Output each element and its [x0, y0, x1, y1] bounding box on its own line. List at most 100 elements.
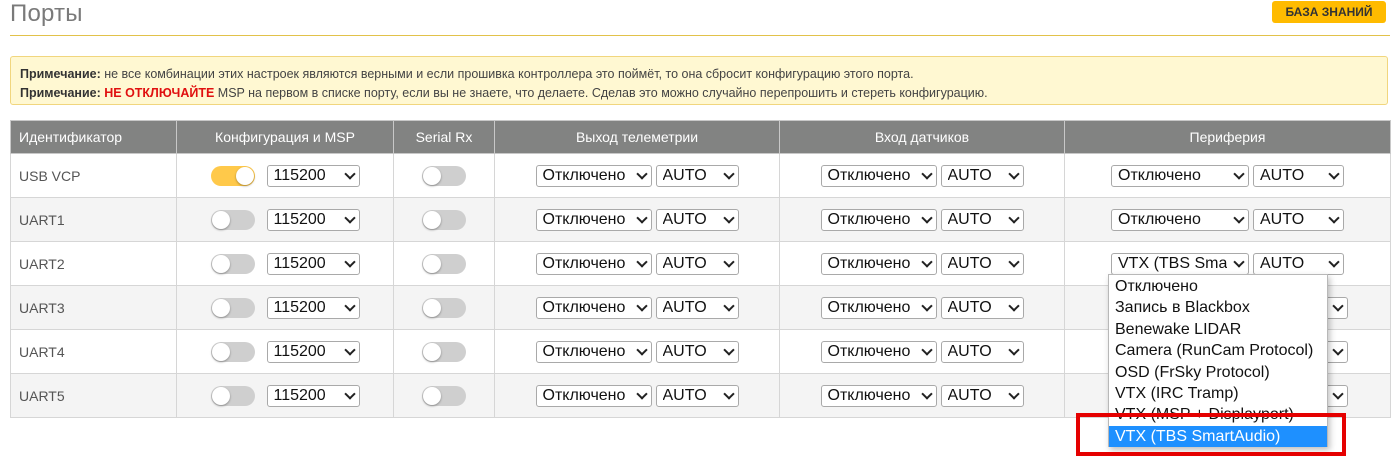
chevron-down-icon	[1007, 299, 1020, 312]
toggle-knob	[423, 342, 441, 361]
msp-baudrate-select[interactable]: 115200	[266, 340, 360, 363]
serial-rx-toggle[interactable]	[422, 253, 466, 274]
msp-toggle[interactable]	[210, 253, 255, 274]
msp-baudrate-select[interactable]: 115200	[266, 252, 360, 275]
chevron-down-icon	[920, 387, 933, 400]
chevron-down-icon	[920, 343, 933, 356]
serial-rx-toggle[interactable]	[422, 385, 466, 406]
dropdown-option[interactable]: VTX (TBS SmartAudio)	[1109, 425, 1327, 448]
sensor-select[interactable]: Отключено	[820, 340, 937, 363]
sensor-rate-select[interactable]: AUTO	[940, 340, 1024, 363]
dropdown-option[interactable]: Запись в Blackbox	[1109, 297, 1327, 318]
telemetry-rate-select[interactable]: AUTO	[655, 340, 739, 363]
serial-rx-toggle[interactable]	[422, 297, 466, 318]
msp-toggle[interactable]	[210, 297, 255, 318]
toggle-knob	[211, 342, 230, 361]
telemetry-select[interactable]: Отключено	[535, 384, 652, 407]
telemetry-rate-select[interactable]: AUTO	[655, 252, 739, 275]
msp-baudrate-select[interactable]: 115200	[266, 208, 360, 231]
chevron-down-icon	[343, 255, 356, 268]
peripheral-rate-select[interactable]: AUTO	[1253, 164, 1344, 187]
toggle-knob	[211, 210, 230, 229]
sensor-rate-select[interactable]: AUTO	[940, 252, 1024, 275]
chevron-down-icon	[920, 255, 933, 268]
sensor-select[interactable]: Отключено	[820, 252, 937, 275]
dropdown-option[interactable]: Benewake LIDAR	[1109, 319, 1327, 340]
peripheral-select[interactable]: VTX (TBS Sma	[1111, 252, 1249, 275]
telemetry-select-value: Отключено	[542, 210, 626, 228]
toggle-knob	[211, 298, 230, 317]
peripheral-dropdown-list[interactable]: Отключено Запись в Blackbox Benewake LIDAR…	[1108, 274, 1328, 448]
msp-toggle[interactable]	[210, 341, 255, 362]
msp-baudrate-select[interactable]: 115200	[266, 164, 360, 187]
serial-rx-toggle[interactable]	[422, 209, 466, 230]
knowledge-base-button[interactable]: БАЗА ЗНАНИЙ	[1272, 1, 1386, 23]
sensor-rate-select[interactable]: AUTO	[940, 384, 1024, 407]
chevron-down-icon	[1328, 167, 1340, 180]
page-title: Порты	[10, 0, 83, 27]
telemetry-rate-select[interactable]: AUTO	[655, 296, 739, 319]
table-header-row: Идентификатор Конфигурация и MSP Serial …	[10, 120, 1391, 154]
sensor-select[interactable]: Отключено	[820, 296, 937, 319]
telemetry-select[interactable]: Отключено	[535, 340, 652, 363]
msp-baudrate-select[interactable]: 115200	[266, 384, 360, 407]
dropdown-option[interactable]: Отключено	[1109, 276, 1327, 297]
telemetry-rate-select[interactable]: AUTO	[655, 208, 739, 231]
dropdown-option[interactable]: VTX (MSP + Displayport)	[1109, 404, 1327, 425]
sensor-select-value: Отключено	[827, 166, 911, 184]
chevron-down-icon	[635, 299, 648, 312]
peripheral-select[interactable]: Отключено	[1111, 208, 1249, 231]
telemetry-select[interactable]: Отключено	[535, 164, 652, 187]
chevron-down-icon	[1233, 255, 1245, 268]
dropdown-option[interactable]: Camera (RunCam Protocol)	[1109, 340, 1327, 361]
msp-toggle[interactable]	[210, 385, 255, 406]
sensor-select[interactable]: Отключено	[820, 384, 937, 407]
port-identifier: USB VCP	[10, 153, 177, 198]
sensor-rate-select[interactable]: AUTO	[940, 296, 1024, 319]
telemetry-rate-select[interactable]: AUTO	[655, 164, 739, 187]
sensor-rate-select[interactable]: AUTO	[940, 164, 1024, 187]
chevron-down-icon	[722, 343, 735, 356]
chevron-down-icon	[635, 343, 648, 356]
telemetry-select-value: Отключено	[542, 386, 626, 404]
title-divider	[10, 35, 1390, 36]
chevron-down-icon	[1233, 167, 1245, 180]
chevron-down-icon	[1328, 211, 1340, 224]
sensor-rate-select[interactable]: AUTO	[940, 208, 1024, 231]
telemetry-select[interactable]: Отключено	[535, 208, 652, 231]
chevron-down-icon	[635, 211, 648, 224]
msp-toggle[interactable]	[210, 209, 255, 230]
toggle-knob	[235, 166, 254, 185]
telemetry-rate-select[interactable]: AUTO	[655, 384, 739, 407]
sensor-rate-select-value: AUTO	[947, 298, 992, 316]
table-row: USB VCP 115200 Отключено AUTO Отключено AUTO О…	[10, 153, 1391, 198]
dropdown-option[interactable]: OSD (FrSky Protocol)	[1109, 362, 1327, 383]
sensor-select-value: Отключено	[827, 298, 911, 316]
peripheral-rate-select[interactable]: AUTO	[1253, 208, 1344, 231]
toggle-knob	[423, 386, 441, 405]
sensor-select[interactable]: Отключено	[820, 164, 937, 187]
msp-baudrate-select[interactable]: 115200	[266, 296, 360, 319]
peripheral-rate-select-value: AUTO	[1260, 210, 1305, 228]
msp-baudrate-select-value: 115200	[273, 342, 326, 360]
telemetry-select[interactable]: Отключено	[535, 296, 652, 319]
peripheral-select[interactable]: Отключено	[1111, 164, 1249, 187]
port-identifier: UART4	[10, 329, 177, 374]
sensor-select[interactable]: Отключено	[820, 208, 937, 231]
column-header-peripherals: Периферия	[1064, 120, 1391, 154]
telemetry-select[interactable]: Отключено	[535, 252, 652, 275]
serial-rx-toggle[interactable]	[422, 341, 466, 362]
toggle-knob	[423, 210, 441, 229]
toggle-knob	[423, 254, 441, 273]
peripheral-select-value: VTX (TBS Sma	[1118, 254, 1228, 272]
dropdown-option[interactable]: VTX (IRC Tramp)	[1109, 383, 1327, 404]
toggle-knob	[211, 254, 230, 273]
chevron-down-icon	[1332, 387, 1344, 400]
msp-toggle[interactable]	[210, 165, 255, 186]
peripheral-rate-select[interactable]: AUTO	[1253, 252, 1344, 275]
chevron-down-icon	[1332, 343, 1344, 356]
telemetry-rate-select-value: AUTO	[662, 210, 707, 228]
serial-rx-toggle[interactable]	[422, 165, 466, 186]
chevron-down-icon	[1007, 167, 1020, 180]
sensor-rate-select-value: AUTO	[947, 254, 992, 272]
